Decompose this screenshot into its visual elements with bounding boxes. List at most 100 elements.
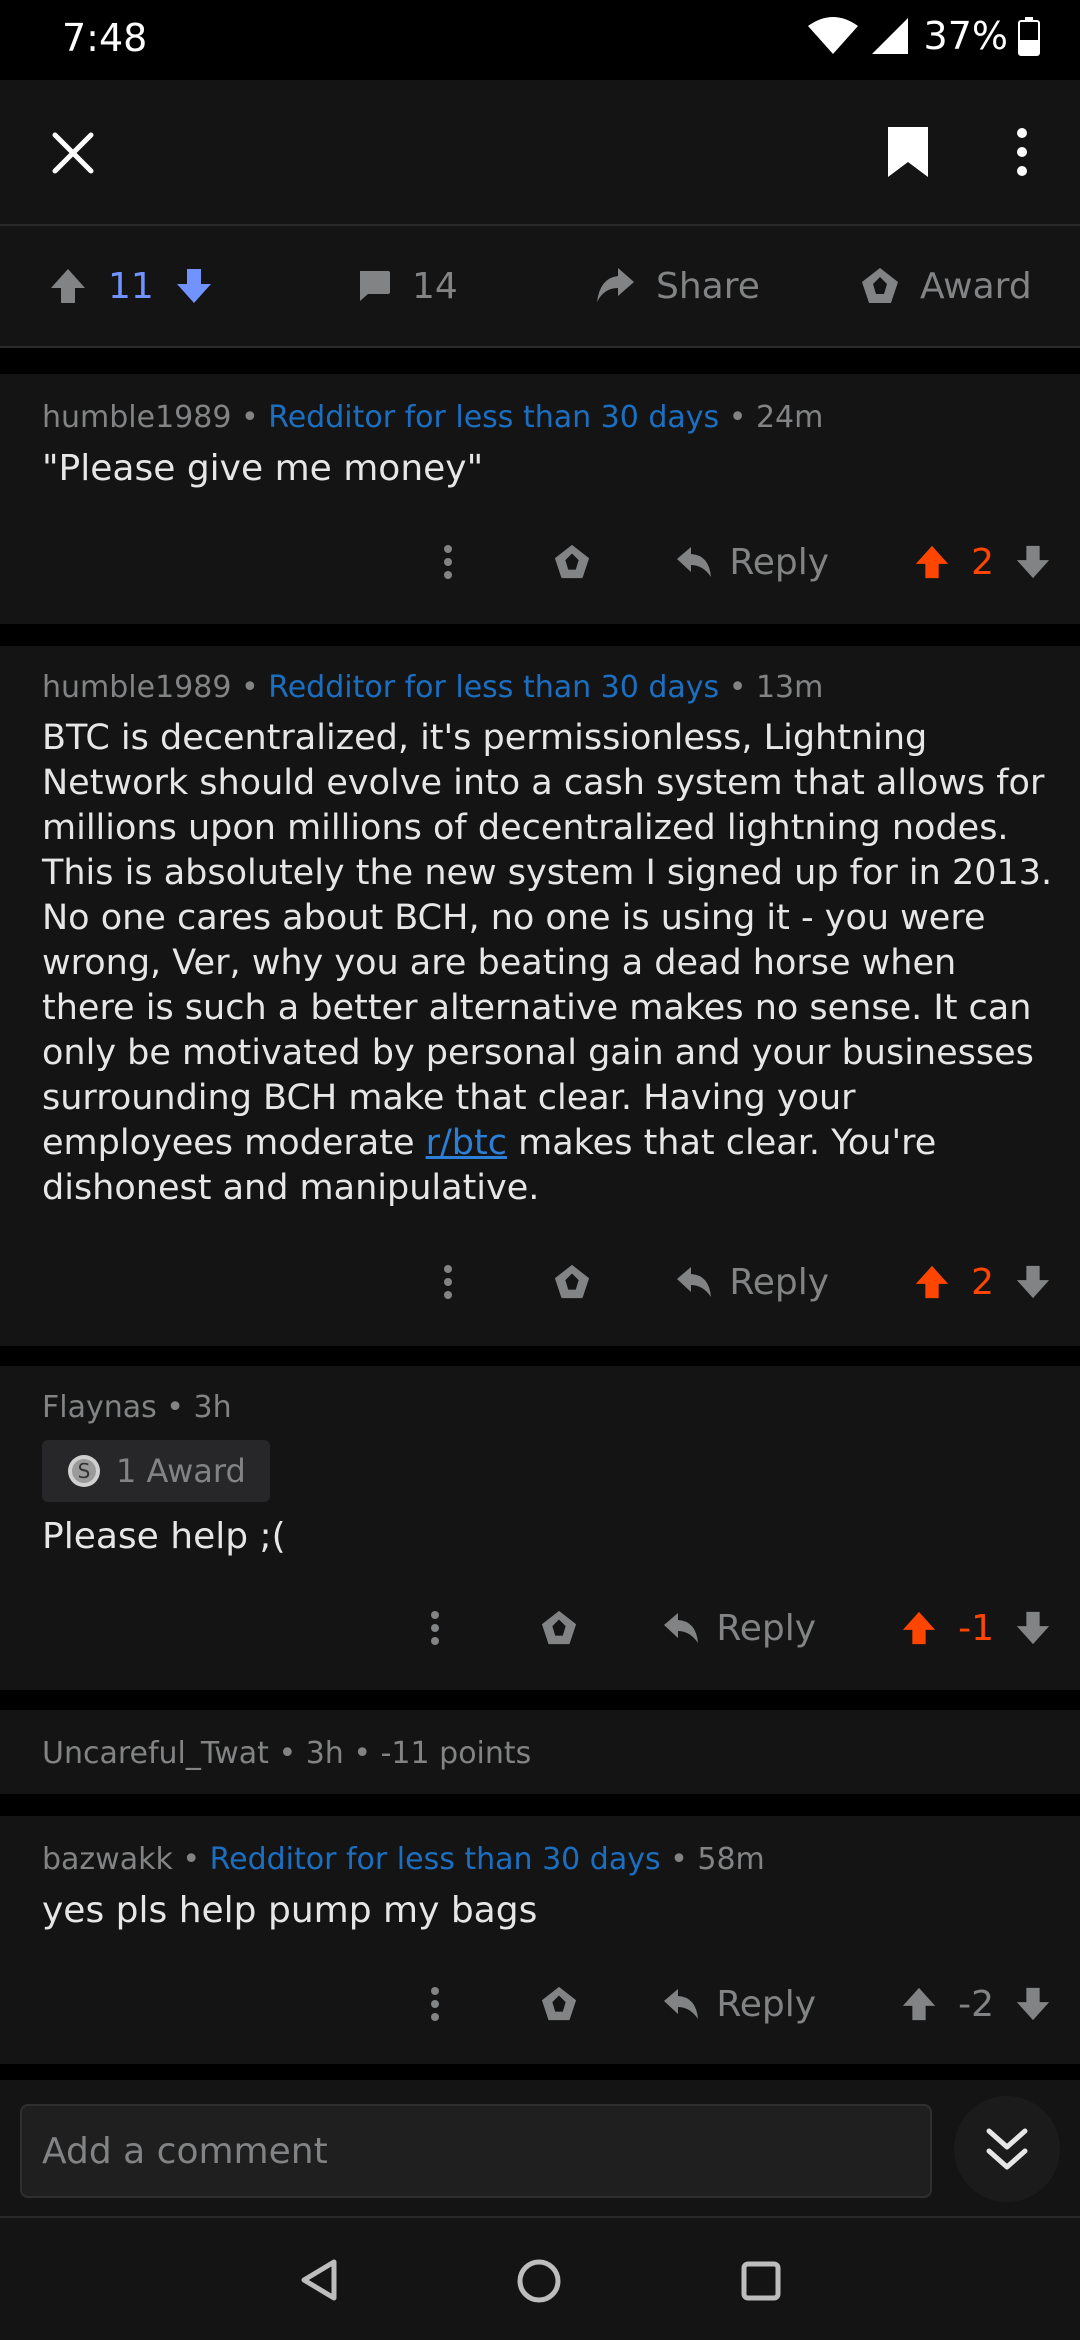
reply-arrow-icon xyxy=(664,1989,699,2019)
separator xyxy=(0,350,1080,374)
comment-composer: Add a comment xyxy=(0,2080,1080,2216)
system-navigation-bar xyxy=(0,2216,1080,2340)
post-toolbar xyxy=(0,80,1080,226)
reply-button[interactable]: Reply xyxy=(662,1984,816,2025)
comment-5[interactable]: bazwakk • Redditor for less than 30 days… xyxy=(0,1816,1080,2064)
upvote-arrow-icon[interactable] xyxy=(48,266,88,306)
award-icon[interactable] xyxy=(540,1985,578,2023)
award-icon[interactable] xyxy=(553,543,591,581)
save-button[interactable] xyxy=(872,116,944,188)
comment-bubble-icon xyxy=(360,271,390,301)
reply-label: Reply xyxy=(716,1983,817,2025)
comment-score: -1 xyxy=(958,1607,994,1649)
close-button[interactable] xyxy=(40,120,106,186)
comment-author[interactable]: bazwakk xyxy=(42,1842,173,1877)
post-score: 11 xyxy=(108,265,154,307)
downvote-arrow-icon[interactable] xyxy=(174,266,214,306)
comment-overflow-icon[interactable] xyxy=(430,1610,440,1646)
home-circle-icon[interactable] xyxy=(516,2258,562,2304)
reply-arrow-icon xyxy=(677,547,712,577)
reply-button[interactable]: Reply xyxy=(675,1262,829,1303)
comment-overflow-icon[interactable] xyxy=(443,544,453,580)
more-options-button[interactable] xyxy=(992,116,1052,188)
comment-overflow-icon[interactable] xyxy=(443,1264,453,1300)
comment-actions: Reply 2 xyxy=(443,1242,1052,1322)
reply-arrow-icon xyxy=(664,1613,699,1643)
back-triangle-icon[interactable] xyxy=(298,2258,340,2302)
comment-1[interactable]: humble1989 • Redditor for less than 30 d… xyxy=(0,374,1080,624)
comment-author[interactable]: Uncareful_Twat xyxy=(42,1736,269,1771)
reply-button[interactable]: Reply xyxy=(662,1608,816,1649)
award-icon xyxy=(862,268,898,303)
subreddit-link[interactable]: r/btc xyxy=(426,1123,507,1163)
share-label: Share xyxy=(656,265,760,307)
comment-age: 3h xyxy=(305,1736,344,1771)
author-flair: Redditor for less than 30 days xyxy=(268,670,720,705)
next-comment-button[interactable] xyxy=(954,2096,1060,2202)
upvote-arrow-icon[interactable] xyxy=(900,1609,938,1647)
share-button[interactable]: Share xyxy=(594,226,780,346)
comment-meta: humble1989 • Redditor for less than 30 d… xyxy=(42,670,824,705)
comment-3[interactable]: Flaynas • 3h S 1 Award Please help ;( Re… xyxy=(0,1366,1080,1690)
silver-award-icon: S xyxy=(68,1455,100,1487)
downvote-arrow-icon[interactable] xyxy=(1014,1263,1052,1301)
comment-body: "Please give me money" xyxy=(42,448,484,489)
comment-age: 58m xyxy=(697,1842,765,1877)
comment-body: BTC is decentralized, it's permissionles… xyxy=(42,716,1056,1211)
share-arrow-icon xyxy=(597,268,634,302)
wifi-icon xyxy=(807,17,858,54)
award-button[interactable]: Award xyxy=(860,226,1052,346)
comment-meta: humble1989 • Redditor for less than 30 d… xyxy=(42,400,824,435)
close-icon xyxy=(52,132,94,174)
comment-points: -11 points xyxy=(380,1736,532,1771)
comment-body: Please help ;( xyxy=(42,1516,286,1557)
comment-author[interactable]: humble1989 xyxy=(42,670,231,705)
comment-meta: bazwakk • Redditor for less than 30 days… xyxy=(42,1842,765,1877)
downvote-arrow-icon[interactable] xyxy=(1014,1985,1052,2023)
comment-meta: Uncareful_Twat • 3h • -11 points xyxy=(42,1736,532,1771)
reply-label: Reply xyxy=(729,1261,830,1303)
recents-square-icon[interactable] xyxy=(740,2260,782,2302)
comments-button[interactable]: 14 xyxy=(356,226,478,346)
upvote-arrow-icon[interactable] xyxy=(900,1985,938,2023)
overflow-menu-icon xyxy=(1017,128,1027,176)
comment-age: 13m xyxy=(755,670,824,705)
battery-percent: 37% xyxy=(923,14,1008,58)
separator xyxy=(0,1690,1080,1710)
reply-label: Reply xyxy=(729,541,830,583)
reply-arrow-icon xyxy=(677,1267,712,1297)
separator xyxy=(0,2064,1080,2080)
signal-icon xyxy=(871,18,908,54)
comment-2[interactable]: humble1989 • Redditor for less than 30 d… xyxy=(0,646,1080,1346)
author-flair: Redditor for less than 30 days xyxy=(268,400,720,435)
comment-author[interactable]: Flaynas xyxy=(42,1390,157,1425)
status-bar: 7:48 37% xyxy=(0,0,1080,80)
collapsed-comment[interactable]: Uncareful_Twat • 3h • -11 points xyxy=(0,1710,1080,1794)
vote-group: 11 xyxy=(48,226,214,346)
downvote-arrow-icon[interactable] xyxy=(1014,1609,1052,1647)
award-chip[interactable]: S 1 Award xyxy=(42,1440,270,1502)
battery-icon xyxy=(1018,17,1040,56)
comment-score: 2 xyxy=(971,541,994,583)
post-action-bar: 11 14 Share Award xyxy=(0,226,1080,348)
comment-age: 3h xyxy=(193,1390,232,1425)
comment-overflow-icon[interactable] xyxy=(430,1986,440,2022)
comment-author[interactable]: humble1989 xyxy=(42,400,231,435)
reply-label: Reply xyxy=(716,1607,817,1649)
comment-actions: Reply 2 xyxy=(443,522,1052,602)
separator xyxy=(0,1794,1080,1816)
award-icon[interactable] xyxy=(553,1263,591,1301)
comment-age: 24m xyxy=(755,400,824,435)
comment-score: 2 xyxy=(971,1261,994,1303)
award-chip-label: 1 Award xyxy=(116,1452,246,1490)
comment-actions: Reply -2 xyxy=(430,1964,1052,2044)
downvote-arrow-icon[interactable] xyxy=(1014,543,1052,581)
reply-button[interactable]: Reply xyxy=(675,542,829,583)
comment-count: 14 xyxy=(412,265,458,307)
separator xyxy=(0,624,1080,646)
bookmark-icon xyxy=(888,127,928,177)
award-icon[interactable] xyxy=(540,1609,578,1647)
add-comment-input[interactable]: Add a comment xyxy=(20,2104,932,2198)
upvote-arrow-icon[interactable] xyxy=(913,543,951,581)
upvote-arrow-icon[interactable] xyxy=(913,1263,951,1301)
